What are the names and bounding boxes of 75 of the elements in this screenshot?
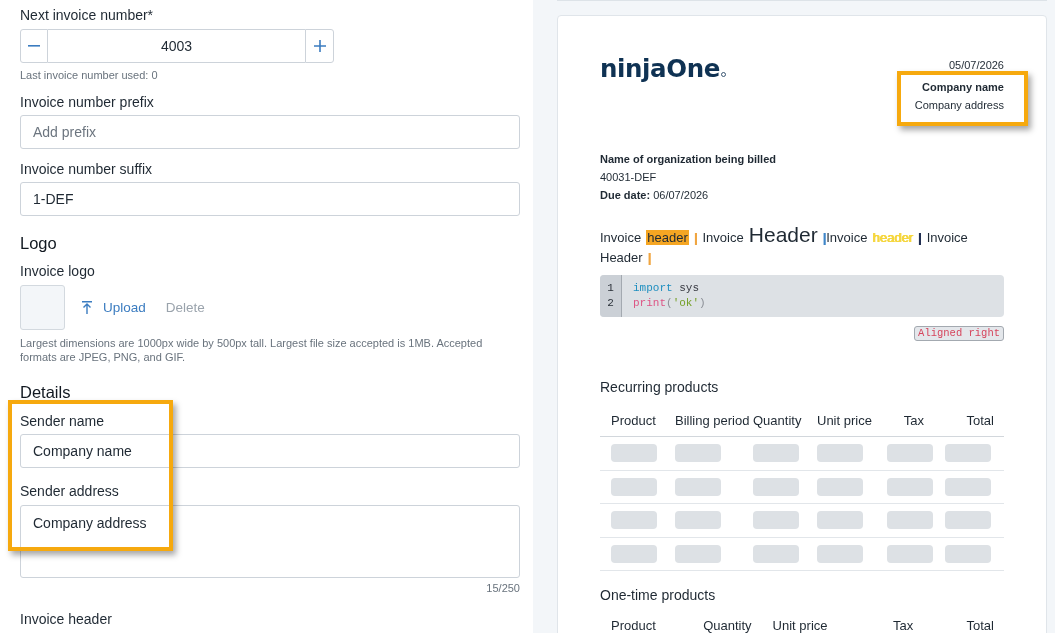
column-header: Tax bbox=[903, 414, 924, 428]
increment-button[interactable] bbox=[305, 29, 334, 63]
due-date: Due date: 06/07/2026 bbox=[600, 188, 709, 203]
company-logo: ninjaOne bbox=[600, 55, 720, 83]
plus-icon bbox=[313, 40, 326, 52]
field-hint: Last invoice number used: 0 bbox=[20, 68, 159, 82]
loading-placeholder bbox=[887, 477, 933, 496]
line-number: 2 bbox=[607, 296, 614, 311]
registered-mark-icon bbox=[720, 72, 726, 77]
section-title: Recurring products bbox=[600, 378, 719, 397]
loading-placeholder bbox=[675, 511, 721, 530]
loading-placeholder bbox=[945, 477, 991, 496]
loading-placeholder bbox=[887, 544, 933, 563]
column-header: Tax bbox=[892, 619, 914, 633]
field-label: Sender address bbox=[20, 482, 119, 500]
prefix-field[interactable]: Add prefix bbox=[20, 115, 520, 149]
number-field[interactable]: 4003 bbox=[48, 29, 305, 63]
upload-icon bbox=[82, 301, 92, 314]
field-label: Invoice number prefix bbox=[20, 93, 154, 111]
billing-organization: Name of organization being billed bbox=[600, 152, 776, 167]
invoice-number: 40031-DEF bbox=[600, 170, 657, 185]
field-label: Sender name bbox=[20, 412, 105, 430]
field-label: Invoice logo bbox=[20, 262, 95, 280]
line-number: 1 bbox=[607, 281, 614, 296]
invoice-date: 05/07/2026 bbox=[948, 58, 1004, 73]
loading-placeholder bbox=[945, 511, 991, 530]
loading-placeholder bbox=[887, 444, 933, 463]
column-header: Total bbox=[966, 619, 994, 633]
loading-placeholder bbox=[817, 444, 863, 463]
loading-placeholder bbox=[753, 444, 799, 463]
field-label: Next invoice number* bbox=[20, 6, 154, 24]
loading-placeholder bbox=[887, 511, 933, 530]
minus-icon bbox=[28, 45, 40, 47]
column-header: Quantity bbox=[703, 619, 752, 633]
section-heading: Details bbox=[20, 382, 71, 403]
loading-placeholder bbox=[611, 477, 657, 496]
sender-address: Company address bbox=[914, 98, 1004, 113]
inline-code-tag: Aligned right bbox=[914, 326, 1004, 341]
loading-placeholder bbox=[753, 544, 799, 563]
suffix-field[interactable]: 1-DEF bbox=[20, 182, 520, 216]
help-text: Largest dimensions are 1000px wide by 500px tall. Largest file size accepted is 1MB. Accepted formats are JPEG, PNG, and GIF. bbox=[20, 336, 484, 364]
upload-button[interactable]: Upload bbox=[82, 300, 146, 315]
column-header: Unit price bbox=[772, 619, 828, 633]
loading-placeholder bbox=[945, 444, 991, 463]
loading-placeholder bbox=[753, 477, 799, 496]
column-header: Quantity bbox=[753, 414, 802, 428]
loading-placeholder bbox=[817, 477, 863, 496]
loading-placeholder bbox=[753, 511, 799, 530]
loading-placeholder bbox=[675, 444, 721, 463]
loading-placeholder bbox=[817, 511, 863, 530]
column-header: Product bbox=[611, 619, 656, 633]
column-header: Total bbox=[966, 414, 994, 428]
character-counter: 15/250 bbox=[486, 581, 520, 595]
loading-placeholder bbox=[611, 444, 657, 463]
sender-name-field[interactable]: Company name bbox=[20, 434, 520, 468]
column-header: Unit price bbox=[817, 414, 872, 428]
loading-placeholder bbox=[817, 544, 863, 563]
sender-name: Company name bbox=[922, 80, 1004, 95]
section-heading: Logo bbox=[20, 233, 57, 254]
loading-placeholder bbox=[675, 477, 721, 496]
logo-preview-box bbox=[20, 285, 65, 330]
invoice-header-text: Invoice header | Invoice Header |Invoice header | Invoice Header | bbox=[600, 224, 969, 267]
sender-address-field[interactable]: Company address bbox=[20, 505, 520, 578]
section-title: One-time products bbox=[600, 586, 716, 605]
column-header: Product bbox=[611, 414, 656, 428]
field-label: Invoice header bbox=[20, 610, 112, 628]
loading-placeholder bbox=[611, 511, 657, 530]
code-line: import sys bbox=[633, 281, 699, 296]
column-header: Billing period bbox=[675, 414, 750, 428]
code-line: print('ok') bbox=[633, 296, 706, 311]
loading-placeholder bbox=[675, 544, 721, 563]
field-label: Invoice number suffix bbox=[20, 160, 153, 178]
decrement-button[interactable] bbox=[20, 29, 48, 63]
loading-placeholder bbox=[611, 544, 657, 563]
loading-placeholder bbox=[945, 544, 991, 563]
